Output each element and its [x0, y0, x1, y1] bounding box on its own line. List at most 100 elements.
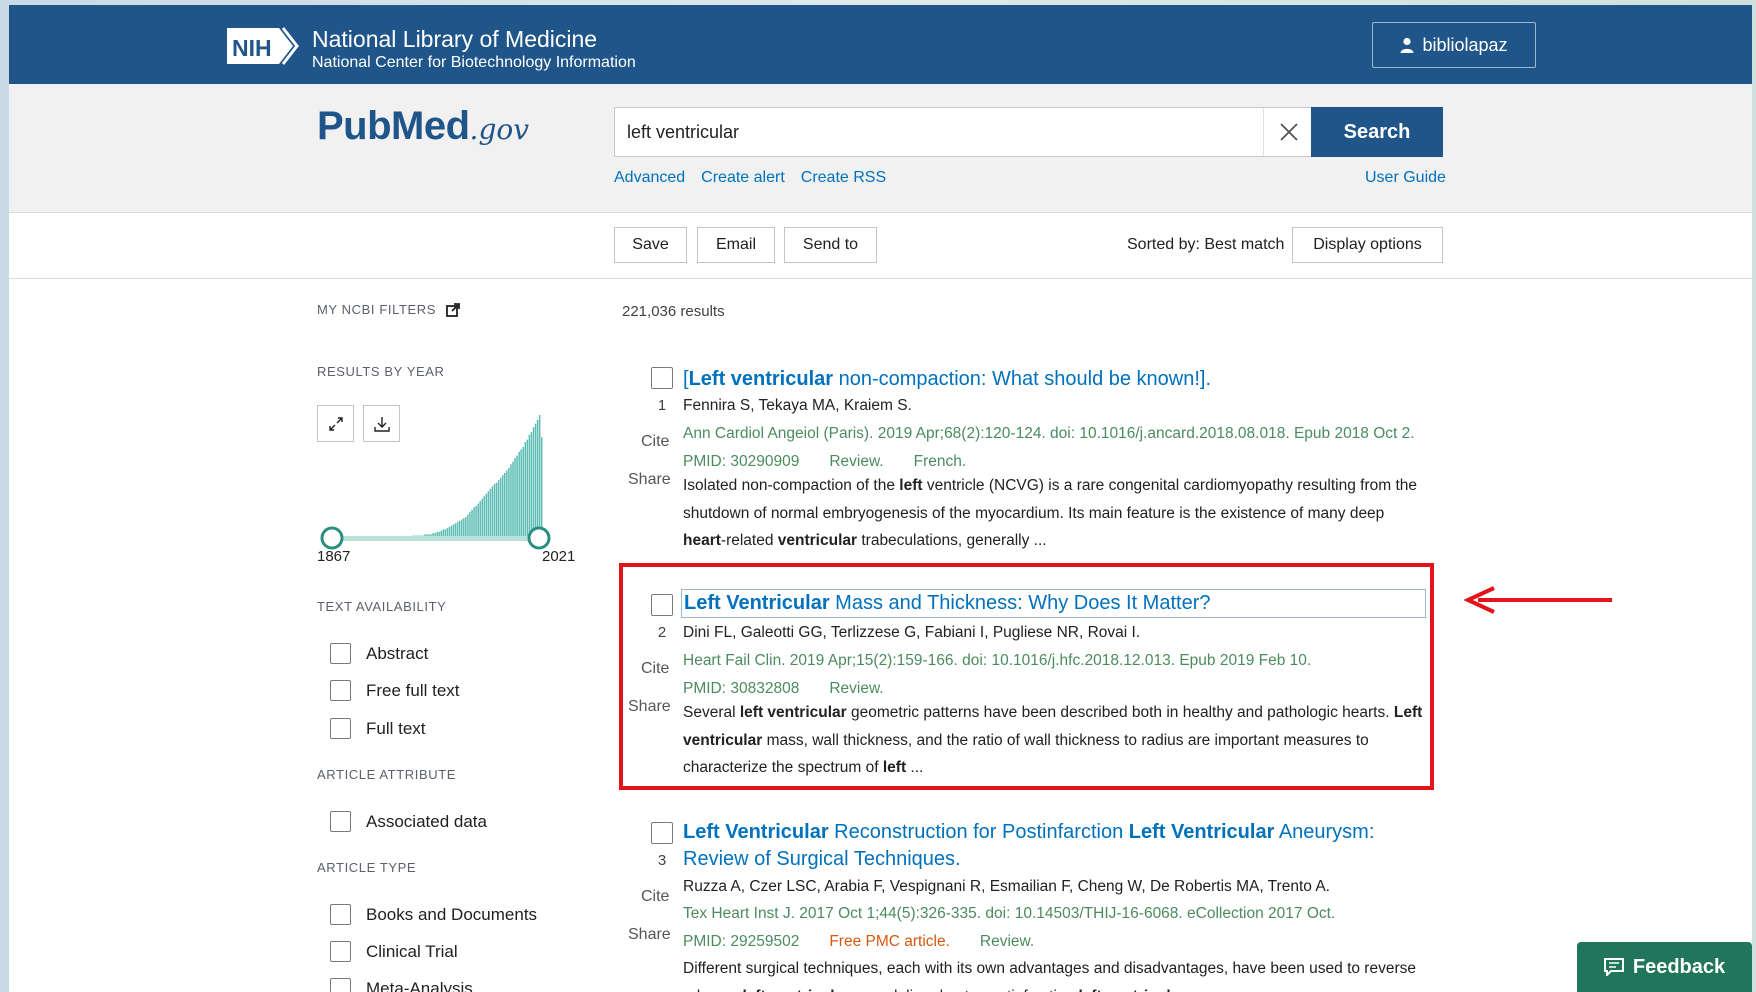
article-type-heading: ARTICLE TYPE — [317, 860, 417, 875]
pmid: PMID: 29259502 — [683, 933, 800, 950]
histogram-bar — [502, 475, 504, 538]
checkbox[interactable] — [330, 718, 351, 739]
nih-logo[interactable]: NIH — [227, 23, 299, 69]
clear-search-button[interactable] — [1263, 108, 1313, 156]
filter-books-and-documents[interactable]: Books and Documents — [330, 904, 537, 925]
article-attribute-heading: ARTICLE ATTRIBUTE — [317, 767, 457, 782]
share-button[interactable]: Share — [628, 471, 671, 489]
checkbox[interactable] — [330, 941, 351, 962]
close-icon — [1279, 123, 1298, 141]
histogram-bar — [504, 472, 506, 538]
result-citation: Ann Cardiol Angeiol (Paris). 2019 Apr;68… — [683, 425, 1415, 442]
ncbi-subtitle: National Center for Biotechnology Inform… — [312, 54, 636, 71]
review-tag: Review. — [979, 933, 1035, 950]
checkbox[interactable] — [330, 811, 351, 832]
histogram-bar — [475, 506, 477, 538]
histogram-bar — [536, 419, 539, 538]
advanced-link[interactable]: Advanced — [614, 169, 685, 187]
filter-meta-analysis[interactable]: Meta-Analysis — [330, 978, 473, 992]
result-checkbox[interactable] — [651, 367, 673, 389]
histogram-bar — [493, 483, 496, 538]
user-account-button[interactable]: bibliolapaz — [1372, 22, 1536, 68]
username: bibliolapaz — [1422, 34, 1508, 55]
histogram-bar — [487, 491, 490, 538]
my-ncbi-filters-heading[interactable]: MY NCBI FILTERS — [317, 302, 460, 317]
histogram-bar — [489, 488, 492, 538]
annotation-arrow-icon — [1464, 586, 1612, 614]
filter-label: Free full text — [366, 680, 460, 700]
display-options-button[interactable]: Display options — [1292, 227, 1443, 263]
year-start-slider-handle[interactable] — [320, 526, 344, 550]
pubmed-logo[interactable]: PubMed.gov — [317, 104, 529, 149]
filter-label: Associated data — [366, 811, 487, 831]
result-meta: PMID: 30290909 Review. French. — [683, 451, 1433, 473]
histogram-bar — [461, 519, 463, 538]
histogram-bar — [481, 498, 483, 538]
my-ncbi-filters-label: MY NCBI FILTERS — [317, 302, 437, 317]
histogram-bar — [532, 427, 535, 538]
result-snippet: Isolated non-compaction of the left vent… — [683, 477, 1418, 549]
year-end-slider-handle[interactable] — [527, 526, 551, 550]
histogram-bar — [471, 509, 473, 538]
checkbox[interactable] — [330, 978, 351, 992]
feedback-button[interactable]: Feedback — [1577, 942, 1752, 992]
checkbox[interactable] — [330, 680, 351, 701]
create-alert-link[interactable]: Create alert — [701, 169, 785, 187]
filter-clinical-trial[interactable]: Clinical Trial — [330, 941, 458, 962]
filter-free-full-text[interactable]: Free full text — [330, 680, 460, 701]
user-guide-link[interactable]: User Guide — [1365, 169, 1446, 187]
histogram-bar — [495, 482, 498, 538]
nih-logo-text: NIH — [232, 35, 272, 61]
checkbox[interactable] — [330, 904, 351, 925]
histogram-bar — [469, 512, 471, 538]
external-link-icon — [446, 302, 460, 317]
cite-button[interactable]: Cite — [641, 888, 669, 906]
search-sub-links: Advanced Create alert Create RSS — [614, 169, 886, 187]
histogram-bar — [528, 434, 531, 538]
send-to-button[interactable]: Send to — [784, 227, 877, 263]
email-button[interactable]: Email — [697, 227, 775, 263]
free-pmc-tag[interactable]: Free PMC article. — [829, 933, 950, 950]
nih-header: NIH National Library of Medicine Nationa… — [9, 5, 1752, 84]
filter-abstract[interactable]: Abstract — [330, 643, 428, 664]
results-count: 221,036 results — [622, 303, 725, 320]
result-title-link[interactable]: [Left ventricular non-compaction: What s… — [683, 366, 1423, 393]
filter-associated-data[interactable]: Associated data — [330, 811, 487, 832]
results-by-year-heading: RESULTS BY YEAR — [317, 364, 445, 379]
save-button[interactable]: Save — [614, 227, 687, 263]
title-rest: non-compaction: What should be known!]. — [833, 368, 1212, 390]
histogram-bar — [506, 470, 508, 538]
results-by-year-histogram[interactable] — [317, 405, 575, 555]
result-title-link[interactable]: Left Ventricular Reconstruction for Post… — [683, 819, 1423, 873]
histogram-bar — [497, 480, 500, 538]
histogram-bar — [540, 437, 543, 538]
create-rss-link[interactable]: Create RSS — [801, 169, 886, 187]
search-button[interactable]: Search — [1311, 107, 1443, 157]
checkbox[interactable] — [330, 643, 351, 664]
share-button[interactable]: Share — [628, 926, 671, 944]
search-box — [614, 107, 1312, 157]
filter-label: Meta-Analysis — [366, 978, 473, 992]
histogram-bar — [491, 486, 494, 538]
logo-gov: .gov — [469, 113, 530, 146]
nih-titles: National Library of Medicine National Ce… — [312, 26, 636, 73]
filter-label: Full text — [366, 718, 426, 738]
feedback-label: Feedback — [1632, 955, 1726, 978]
result-authors: Fennira S, Tekaya MA, Kraiem S. — [683, 397, 912, 414]
search-input[interactable] — [627, 108, 1227, 156]
cite-button[interactable]: Cite — [641, 433, 669, 451]
browser-page: NIH National Library of Medicine Nationa… — [9, 5, 1752, 992]
histogram-bar — [473, 507, 475, 538]
histogram-bar — [512, 461, 514, 538]
result-citation: Tex Heart Inst J. 2017 Oct 1;44(5):326-3… — [683, 905, 1336, 922]
filter-full-text[interactable]: Full text — [330, 718, 426, 739]
sort-label: Sorted by: Best match — [1127, 236, 1285, 253]
histogram-bar — [514, 458, 516, 538]
result-authors: Ruzza A, Czer LSC, Arabia F, Vespignani … — [683, 878, 1330, 895]
histogram-bar — [452, 524, 455, 538]
result-checkbox[interactable] — [651, 822, 673, 844]
year-range-track[interactable] — [332, 536, 539, 541]
histogram-bar — [456, 522, 459, 538]
search-band: PubMed.gov Search Advanced Create alert … — [9, 84, 1752, 213]
histogram-bar — [479, 501, 481, 538]
